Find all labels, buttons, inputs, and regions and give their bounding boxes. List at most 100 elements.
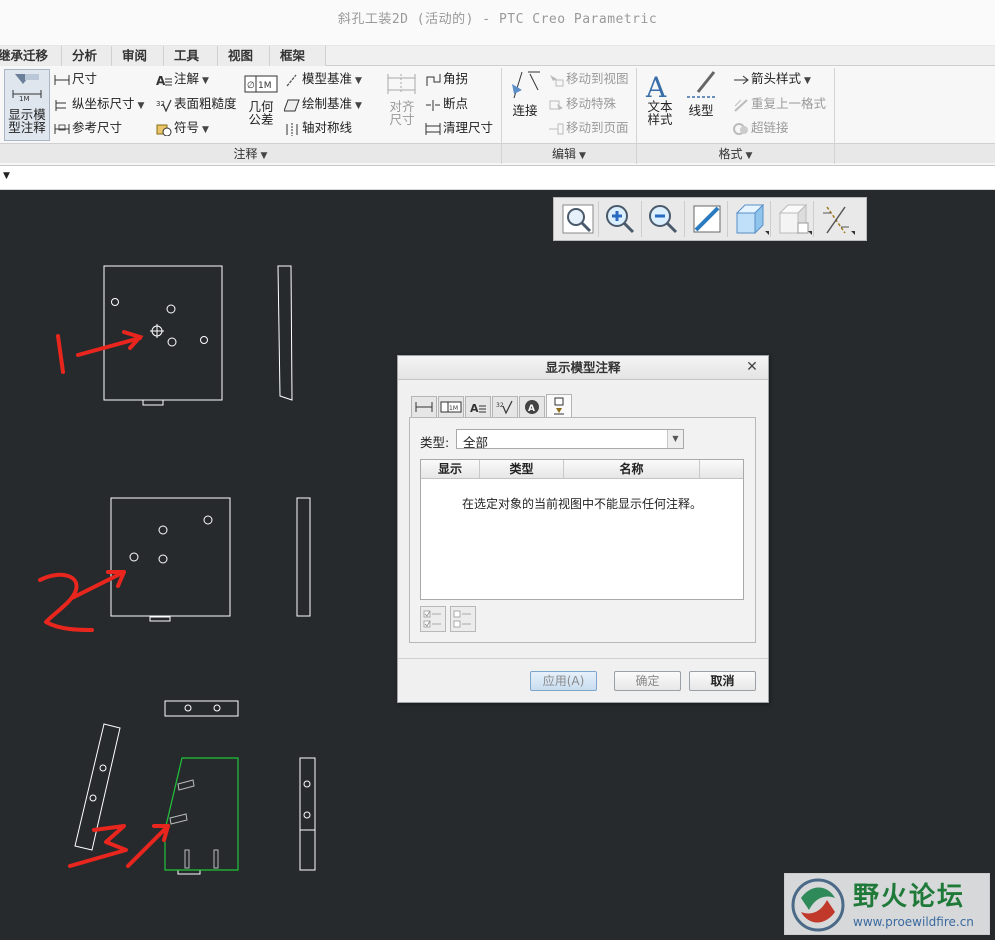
svg-text:1M: 1M <box>449 405 458 412</box>
svg-text:1M: 1M <box>258 81 272 91</box>
connect-button[interactable]: 连接 <box>506 70 544 140</box>
breakpoint-label: 断点 <box>443 96 469 111</box>
highlighted-view <box>164 757 239 871</box>
chevron-down-icon: ▼ <box>355 76 362 86</box>
breakpoint-button[interactable]: 断点 <box>425 93 468 115</box>
sketched-datum-button[interactable]: 绘制基准 ▼ <box>284 93 362 115</box>
breakpoint-icon <box>426 99 440 111</box>
column-header-type[interactable]: 类型 <box>480 460 564 479</box>
chevron-down-icon: ▼ <box>804 76 811 86</box>
ok-button[interactable]: 确定 <box>614 671 681 691</box>
zoom-out-button[interactable] <box>643 201 685 237</box>
reference-dimension-button[interactable]: 参考尺寸 <box>54 117 122 139</box>
close-icon[interactable]: ✕ <box>744 359 760 375</box>
move-to-view-icon <box>550 74 564 86</box>
show-model-annotations-label: 显示模 型注释 <box>8 107 46 135</box>
cancel-button[interactable]: 取消 <box>689 671 756 691</box>
deselect-all-button[interactable] <box>450 606 476 632</box>
type-label: 类型: <box>420 435 450 450</box>
geometric-tolerance-button[interactable]: ∅ 1M 几何 公差 <box>243 72 279 140</box>
surface-finish-icon: 32 <box>156 99 172 112</box>
svg-text:1M: 1M <box>19 95 30 103</box>
annotations-table: 显示 类型 名称 在选定对象的当前视图中不能显示任何注释。 <box>420 459 744 600</box>
tab-notes[interactable]: A <box>465 396 491 418</box>
symbol-button[interactable]: 符号 ▼ <box>156 117 209 139</box>
select-all-button[interactable] <box>420 606 446 632</box>
chevron-down-icon[interactable]: ▼ <box>667 430 683 448</box>
refit-button[interactable] <box>557 201 599 237</box>
tab-tools[interactable]: 工具 <box>164 46 218 66</box>
tab-framework[interactable]: 框架 <box>270 46 326 66</box>
empty-message: 在选定对象的当前视图中不能显示任何注释。 <box>461 497 702 511</box>
red-markup-1 <box>56 330 144 374</box>
drawing-view-3 <box>74 700 316 875</box>
axis-symmetry-button[interactable]: 轴对称线 <box>284 117 352 139</box>
symbol-icon: A <box>525 400 539 414</box>
line-style-button[interactable]: 线型 <box>682 70 720 140</box>
move-to-view-button[interactable]: 移动到视图 <box>548 68 629 90</box>
tab-analysis[interactable]: 分析 <box>62 46 112 66</box>
repaint-button[interactable] <box>686 201 728 237</box>
note-icon: A <box>156 74 172 87</box>
model-tree-strip: ▼ <box>0 166 995 190</box>
model-datum-icon <box>286 74 297 86</box>
dialog-title: 显示模型注释 <box>398 356 768 380</box>
format-group-label[interactable]: 格式 ▼ <box>637 143 834 163</box>
move-to-page-button[interactable]: 移动到页面 <box>548 117 629 139</box>
annotate-group-label[interactable]: 注释 ▼ <box>0 143 501 163</box>
display-style-button[interactable] <box>729 201 771 237</box>
tab-datums[interactable] <box>546 394 572 418</box>
deselect-all-icon <box>453 610 471 628</box>
datum-display-button[interactable] <box>815 201 857 237</box>
shaded-cube-icon <box>735 203 769 235</box>
tab-view[interactable]: 视图 <box>218 46 270 66</box>
svg-text:∅: ∅ <box>247 81 255 91</box>
arrow-style-button[interactable]: 箭头样式 ▼ <box>733 68 811 90</box>
cleanup-dimension-label: 清理尺寸 <box>443 120 494 135</box>
chevron-down-icon: ▼ <box>202 125 209 135</box>
column-header-name[interactable]: 名称 <box>564 460 700 479</box>
show-model-annotations-button[interactable]: 1M 显示模 型注释 <box>4 69 50 141</box>
hyperlink-button[interactable]: 超链接 <box>733 117 789 139</box>
note-icon: A <box>470 402 486 415</box>
symbol-icon <box>156 124 172 136</box>
tab-symbols[interactable]: A <box>519 396 545 418</box>
type-select[interactable]: 全部 ▼ <box>456 429 684 450</box>
title-bar: 斜孔工装2D (活动的) - PTC Creo Parametric <box>0 0 995 46</box>
edit-group-label[interactable]: 编辑 ▼ <box>502 143 636 163</box>
text-style-button[interactable]: A 文本 样式 <box>641 70 679 140</box>
ordinate-dimension-button[interactable]: 纵坐标尺寸 ▼ <box>54 93 144 115</box>
line-style-label: 线型 <box>688 103 714 118</box>
dialog-panel: 类型: 全部 ▼ 显示 类型 名称 在选定对象的当前视图中不能显示任何注释。 <box>409 417 756 643</box>
cleanup-dimension-button[interactable]: 清理尺寸 <box>425 117 493 139</box>
sketched-datum-icon <box>284 99 300 111</box>
tab-inherit-migrate[interactable]: 继承迁移 <box>0 46 62 66</box>
tab-review[interactable]: 审阅 <box>112 46 164 66</box>
note-label: 注解 <box>174 71 200 86</box>
dropdown-toggle-icon[interactable]: ▼ <box>3 171 10 181</box>
surface-finish-icon: 32 <box>496 400 513 415</box>
align-dimension-button[interactable]: 对齐 尺寸 <box>384 72 420 140</box>
tab-geometric-tolerances[interactable]: 1M <box>438 396 464 418</box>
apply-button[interactable]: 应用(A) <box>530 671 597 691</box>
markup-label-2: 2 <box>0 190 1 191</box>
saved-views-button[interactable] <box>772 201 814 237</box>
move-special-button[interactable]: 移动特殊 <box>548 93 616 115</box>
note-button[interactable]: A 注解 ▼ <box>156 68 209 90</box>
select-all-icon <box>423 610 441 628</box>
svg-text:32: 32 <box>496 402 504 409</box>
repeat-last-format-button[interactable]: 重复上一格式 <box>733 93 826 115</box>
tab-dimensions[interactable] <box>411 396 437 418</box>
model-datum-label: 模型基准 <box>302 71 353 86</box>
hyperlink-icon <box>733 122 748 135</box>
dimension-button[interactable]: 尺寸 <box>54 68 97 90</box>
surface-finish-button[interactable]: 32 表面粗糙度 <box>156 93 237 115</box>
annotate-group-text: 注释 <box>233 147 258 161</box>
jog-button[interactable]: 角拐 <box>425 68 468 90</box>
column-header-display[interactable]: 显示 <box>421 460 480 479</box>
zoom-in-button[interactable] <box>600 201 642 237</box>
drawing-view-2 <box>110 497 311 622</box>
chevron-down-icon: ▼ <box>355 101 362 111</box>
model-datum-button[interactable]: 模型基准 ▼ <box>284 68 362 90</box>
tab-surface-finish[interactable]: 32 <box>492 396 518 418</box>
